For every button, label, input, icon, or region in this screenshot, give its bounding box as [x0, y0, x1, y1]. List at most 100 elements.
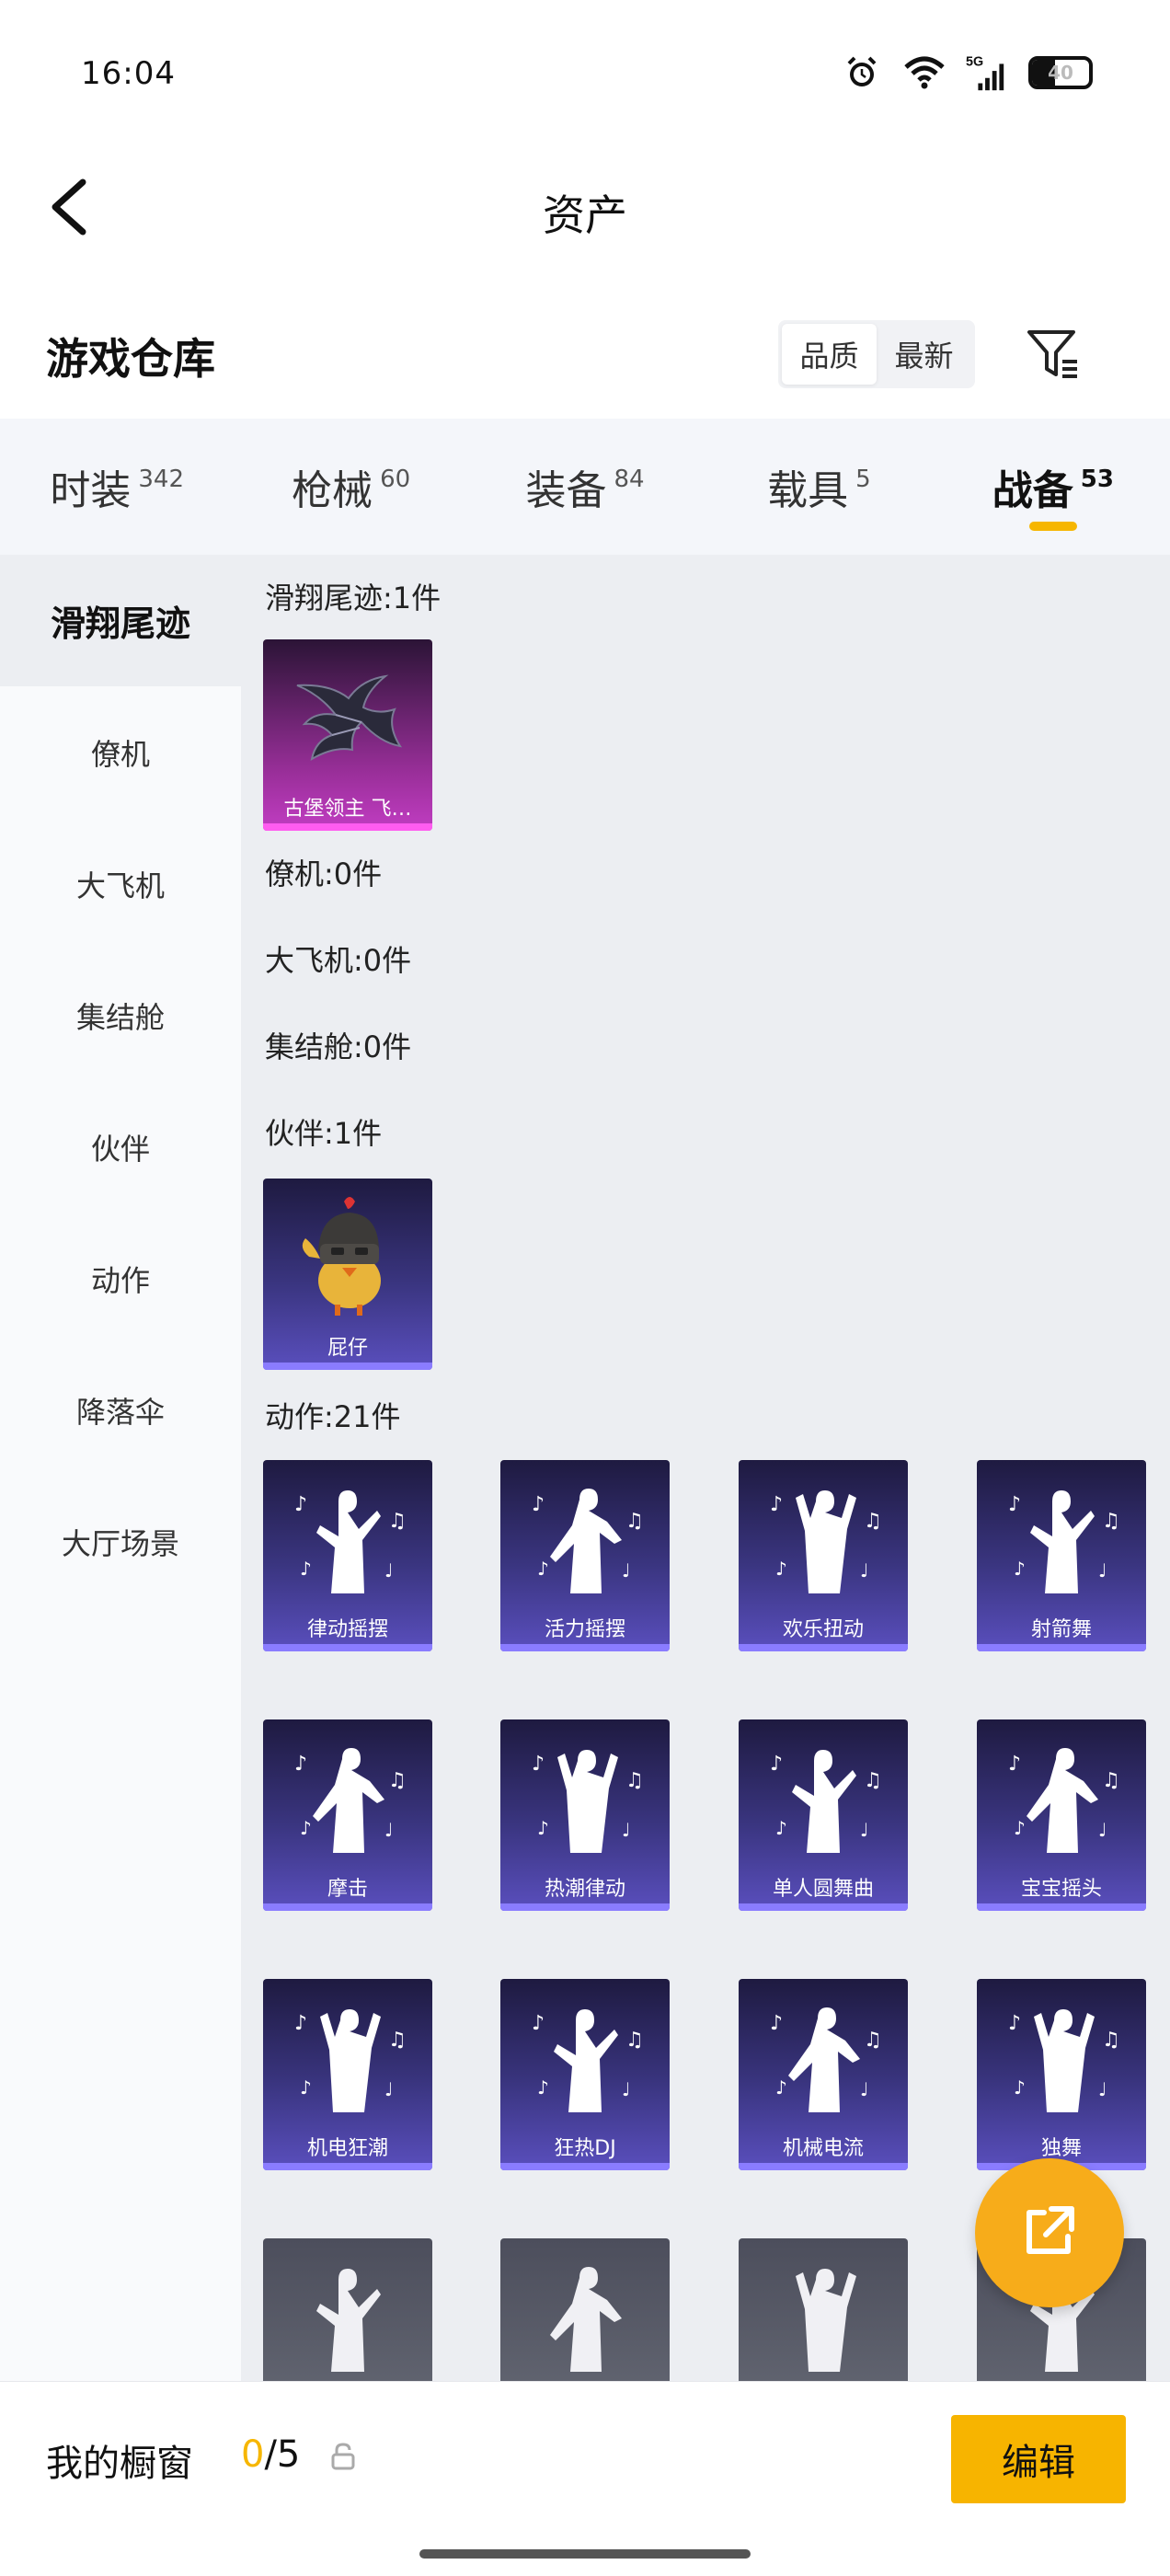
emote-card[interactable]: ♪ ♫ ♪ ♩ 狂热DJ [500, 1979, 670, 2170]
svg-text:♩: ♩ [860, 2078, 868, 2100]
emote-name: 摩击 [327, 1878, 368, 1901]
sidebar-item-partner[interactable]: 伙伴 [0, 1081, 241, 1213]
rarity-bar [500, 1644, 670, 1651]
emote-name: 射箭舞 [1030, 1618, 1092, 1641]
svg-text:♪: ♪ [1008, 2012, 1021, 2035]
sort-quality-button[interactable]: 品质 [782, 324, 877, 385]
sidebar-item-emotes[interactable]: 动作 [0, 1213, 241, 1344]
item-name: 古堡领主 飞… [283, 798, 412, 821]
emote-card[interactable]: ♪ ♫ ♪ ♩ 射箭舞 [977, 1460, 1146, 1651]
svg-text:♪: ♪ [294, 1753, 307, 1776]
dancer-silhouette-icon: ♪ ♫ ♪ ♩ [977, 1729, 1146, 1867]
svg-text:♪: ♪ [775, 1558, 787, 1580]
dancer-silhouette-icon: ♪ ♫ ♪ ♩ [977, 1988, 1146, 2126]
svg-text:♩: ♩ [860, 1819, 868, 1841]
dancer-silhouette-icon [500, 2248, 670, 2381]
svg-text:♪: ♪ [537, 2076, 549, 2099]
tab-equipment[interactable]: 装备 84 [468, 419, 702, 555]
tab-label: 载具 [767, 467, 849, 514]
home-indicator [419, 2549, 751, 2559]
emote-card[interactable]: ♪ ♫ ♪ ♩ 欢乐扭动 [739, 1460, 908, 1651]
svg-text:♫: ♫ [388, 1769, 407, 1792]
emote-card[interactable]: ♪ ♫ ♪ ♩ 宝宝摇头 [977, 1719, 1146, 1911]
svg-text:♩: ♩ [622, 2078, 630, 2100]
chick-helmet-icon [263, 1188, 432, 1326]
category-tabs: 时装 342 枪械 60 装备 84 载具 5 战备 53 [0, 419, 1170, 555]
svg-text:♫: ♫ [625, 1510, 644, 1533]
svg-text:♩: ♩ [384, 1819, 393, 1841]
emote-name: 独舞 [1040, 2137, 1082, 2160]
emote-name: 单人圆舞曲 [772, 1878, 874, 1901]
emote-card[interactable]: ♪ ♫ ♪ ♩ 单人圆舞曲 [739, 1719, 908, 1911]
rarity-bar [739, 2163, 908, 2170]
group-label-partner: 伙伴:1件 [265, 1116, 383, 1151]
emote-card[interactable]: ♪ ♫ ♪ ♩ 机电狂潮 [263, 1979, 432, 2170]
svg-text:♪: ♪ [300, 2076, 312, 2099]
sidebar-item-lobby-scene[interactable]: 大厅场景 [0, 1476, 241, 1607]
item-card[interactable]: 古堡领主 飞… [263, 639, 432, 831]
tab-weapons[interactable]: 枪械 60 [234, 419, 467, 555]
item-card[interactable]: 屁仔 [263, 1179, 432, 1370]
svg-text:♩: ♩ [622, 1559, 630, 1581]
emote-card[interactable] [263, 2238, 432, 2381]
showcase-label: 我的橱窗 [46, 2443, 193, 2485]
tab-vehicles[interactable]: 载具 5 [702, 419, 935, 555]
svg-text:♪: ♪ [294, 1493, 307, 1516]
sidebar-item-pod[interactable]: 集结舱 [0, 949, 241, 1081]
sort-newest-button[interactable]: 最新 [877, 324, 971, 385]
filter-icon[interactable] [1021, 322, 1085, 386]
emote-card[interactable]: ♪ ♫ ♪ ♩ 律动摇摆 [263, 1460, 432, 1651]
svg-text:♪: ♪ [775, 2076, 787, 2099]
tab-count: 53 [1080, 466, 1114, 493]
dancer-silhouette-icon: ♪ ♫ ♪ ♩ [263, 1469, 432, 1607]
svg-text:♪: ♪ [770, 1753, 783, 1776]
page-title: 资产 [543, 190, 627, 240]
svg-text:♪: ♪ [775, 1817, 787, 1839]
dancer-silhouette-icon [739, 2248, 908, 2381]
share-fab[interactable] [975, 2158, 1124, 2307]
emote-card[interactable] [500, 2238, 670, 2381]
svg-text:♫: ♫ [388, 2029, 407, 2052]
emote-name: 狂热DJ [554, 2137, 616, 2160]
emote-card[interactable]: ♪ ♫ ♪ ♩ 机械电流 [739, 1979, 908, 2170]
svg-text:♪: ♪ [294, 2012, 307, 2035]
sidebar-item-plane[interactable]: 大飞机 [0, 818, 241, 949]
svg-text:♩: ♩ [1098, 1819, 1107, 1841]
svg-text:♩: ♩ [860, 1559, 868, 1581]
item-name: 屁仔 [327, 1337, 368, 1360]
rarity-bar [500, 1903, 670, 1911]
rarity-bar [500, 2163, 670, 2170]
emote-name: 活力摇摆 [544, 1618, 625, 1641]
group-label-trail: 滑翔尾迹:1件 [265, 581, 442, 615]
svg-text:♪: ♪ [770, 2012, 783, 2035]
emote-card[interactable] [739, 2238, 908, 2381]
emote-card[interactable]: ♪ ♫ ♪ ♩ 摩击 [263, 1719, 432, 1911]
sidebar-item-parachute[interactable]: 降落伞 [0, 1344, 241, 1476]
sidebar-item-glide-trail[interactable]: 滑翔尾迹 [0, 555, 241, 686]
tab-count: 60 [380, 466, 411, 493]
rarity-bar [739, 1644, 908, 1651]
lock-icon [327, 2441, 359, 2472]
svg-text:♫: ♫ [1102, 2029, 1120, 2052]
emote-card[interactable]: ♪ ♫ ♪ ♩ 活力摇摆 [500, 1460, 670, 1651]
emote-card[interactable]: ♪ ♫ ♪ ♩ 热潮律动 [500, 1719, 670, 1911]
edit-button[interactable]: 编辑 [951, 2415, 1126, 2503]
emote-card[interactable]: ♪ ♫ ♪ ♩ 独舞 [977, 1979, 1146, 2170]
status-bar: 16:04 5G 40 [0, 0, 1170, 147]
bottom-bar: 我的橱窗 0/5 编辑 [0, 2381, 1170, 2576]
group-label-emotes: 动作:21件 [265, 1399, 401, 1434]
dancer-silhouette-icon: ♪ ♫ ♪ ♩ [263, 1729, 432, 1867]
signal-icon: 5G [966, 52, 1008, 94]
emote-name: 律动摇摆 [306, 1618, 388, 1641]
svg-text:♪: ♪ [1008, 1493, 1021, 1516]
tab-battle-prep[interactable]: 战备 53 [936, 419, 1170, 555]
svg-text:♫: ♫ [864, 2029, 882, 2052]
tab-fashion[interactable]: 时装 342 [0, 419, 234, 555]
rarity-bar [263, 1644, 432, 1651]
rarity-bar [263, 1363, 432, 1370]
dancer-silhouette-icon: ♪ ♫ ♪ ♩ [739, 1729, 908, 1867]
item-content: 滑翔尾迹:1件 古堡领主 飞… 僚机:0件 大飞机:0件 集结舱:0件 伙伴:1… [241, 555, 1170, 2381]
sidebar-item-wingman[interactable]: 僚机 [0, 686, 241, 818]
svg-text:♫: ♫ [388, 1510, 407, 1533]
dancer-silhouette-icon: ♪ ♫ ♪ ♩ [500, 1988, 670, 2126]
